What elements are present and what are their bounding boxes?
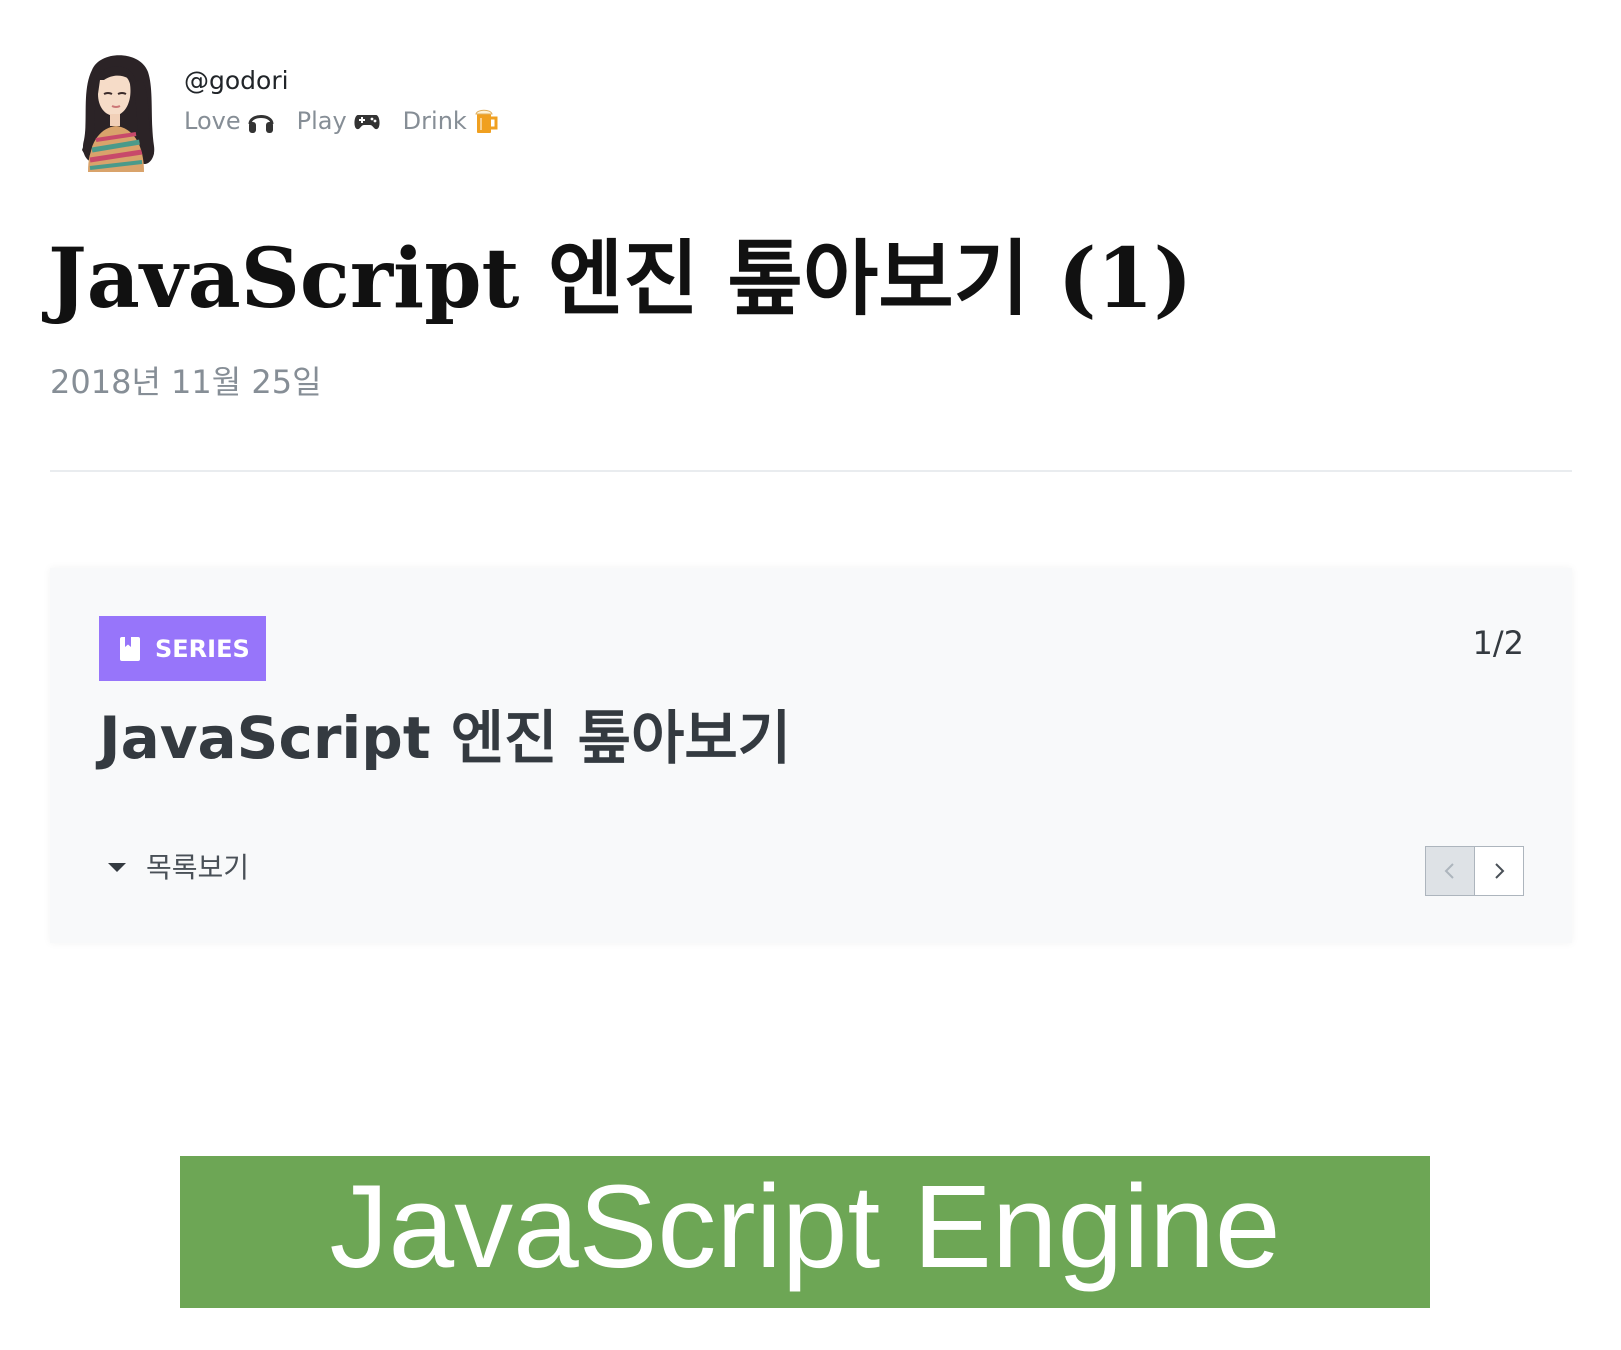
headphones-icon — [247, 108, 275, 134]
series-toggle-label: 목록보기 — [146, 851, 250, 884]
bio-word-play: Play — [296, 107, 347, 135]
author-bio: Love Play Drink — [184, 104, 784, 138]
bio-word-drink: Drink — [402, 107, 467, 135]
banner-text: JavaScript Engine — [329, 1161, 1281, 1293]
beer-icon — [473, 108, 501, 134]
header-divider — [50, 470, 1572, 472]
author-info: @godori Love Play Drink — [184, 64, 784, 138]
series-nav — [1425, 846, 1524, 896]
series-box: SERIES 1/2 JavaScript 엔진 톺아보기 목록보기 — [50, 568, 1572, 943]
post-date: 2018년 11월 25일 — [50, 363, 322, 401]
avatar-illustration — [82, 55, 155, 172]
series-prev-button[interactable] — [1426, 847, 1475, 895]
bookmark-icon — [119, 636, 141, 662]
chevron-right-icon — [1495, 863, 1505, 879]
series-badge-label: SERIES — [155, 634, 250, 663]
post-title: JavaScript 엔진 톺아보기 (1) — [48, 231, 1193, 327]
bio-word-love: Love — [184, 107, 241, 135]
series-next-button[interactable] — [1475, 847, 1523, 895]
caret-down-icon — [108, 862, 126, 872]
series-list-toggle[interactable]: 목록보기 — [108, 846, 249, 886]
series-badge: SERIES — [99, 616, 266, 681]
series-name[interactable]: JavaScript 엔진 톺아보기 — [99, 698, 791, 778]
username[interactable]: @godori — [184, 64, 784, 98]
series-count: 1/2 — [1472, 624, 1525, 662]
avatar[interactable] — [70, 50, 160, 174]
chevron-left-icon — [1444, 863, 1454, 879]
author-header: @godori Love Play Drink — [70, 50, 498, 174]
js-engine-banner: JavaScript Engine — [180, 1156, 1430, 1308]
gamepad-icon — [353, 108, 381, 134]
